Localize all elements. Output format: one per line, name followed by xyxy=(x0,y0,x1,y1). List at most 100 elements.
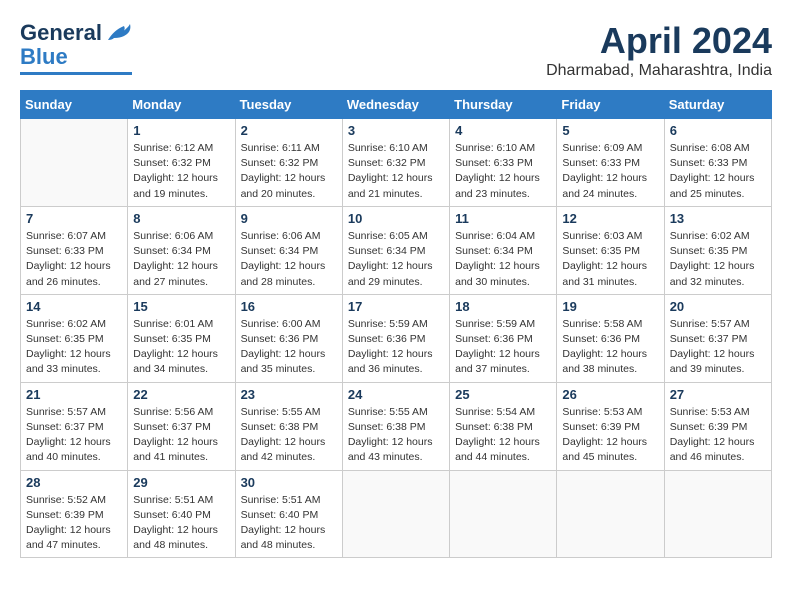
day-info: Sunrise: 6:02 AMSunset: 6:35 PMDaylight:… xyxy=(26,317,122,378)
day-number: 7 xyxy=(26,211,122,226)
page-header: General Blue April 2024 Dharmabad, Mahar… xyxy=(20,20,772,80)
day-info: Sunrise: 6:06 AMSunset: 6:34 PMDaylight:… xyxy=(241,229,337,290)
day-number: 5 xyxy=(562,123,658,138)
day-cell: 16 Sunrise: 6:00 AMSunset: 6:36 PMDayligh… xyxy=(235,294,342,382)
day-info: Sunrise: 6:09 AMSunset: 6:33 PMDaylight:… xyxy=(562,141,658,202)
week-row-2: 7Sunrise: 6:07 AMSunset: 6:33 PMDaylight… xyxy=(21,206,772,294)
day-number: 22 xyxy=(133,387,229,402)
day-number: 25 xyxy=(455,387,551,402)
calendar-header-row: SundayMondayTuesdayWednesdayThursdayFrid… xyxy=(21,91,772,119)
logo-text: General xyxy=(20,20,102,46)
day-number: 29 xyxy=(133,475,229,490)
day-info: Sunrise: 6:02 AMSunset: 6:35 PMDaylight:… xyxy=(670,229,766,290)
day-info: Sunrise: 5:59 AMSunset: 6:36 PMDaylight:… xyxy=(455,317,551,378)
day-info: Sunrise: 5:54 AMSunset: 6:38 PMDaylight:… xyxy=(455,405,551,466)
day-cell: 15Sunrise: 6:01 AMSunset: 6:35 PMDayligh… xyxy=(128,294,235,382)
day-cell: 4 Sunrise: 6:10 AMSunset: 6:33 PMDaylight… xyxy=(450,119,557,207)
day-cell: 19Sunrise: 5:58 AMSunset: 6:36 PMDayligh… xyxy=(557,294,664,382)
day-cell: 12 Sunrise: 6:03 AMSunset: 6:35 PMDayligh… xyxy=(557,206,664,294)
day-cell: 18 Sunrise: 5:59 AMSunset: 6:36 PMDayligh… xyxy=(450,294,557,382)
day-number: 23 xyxy=(241,387,337,402)
day-number: 21 xyxy=(26,387,122,402)
day-number: 1 xyxy=(133,123,229,138)
day-number: 16 xyxy=(241,299,337,314)
day-info: Sunrise: 6:12 AMSunset: 6:32 PMDaylight:… xyxy=(133,141,229,202)
week-row-3: 14 Sunrise: 6:02 AMSunset: 6:35 PMDayligh… xyxy=(21,294,772,382)
day-cell xyxy=(664,470,771,558)
day-info: Sunrise: 6:00 AMSunset: 6:36 PMDaylight:… xyxy=(241,317,337,378)
day-info: Sunrise: 5:57 AMSunset: 6:37 PMDaylight:… xyxy=(26,405,122,466)
header-sunday: Sunday xyxy=(21,91,128,119)
day-cell: 25 Sunrise: 5:54 AMSunset: 6:38 PMDayligh… xyxy=(450,382,557,470)
location: Dharmabad, Maharashtra, India xyxy=(546,62,772,80)
day-info: Sunrise: 5:51 AMSunset: 6:40 PMDaylight:… xyxy=(133,493,229,554)
week-row-5: 28 Sunrise: 5:52 AMSunset: 6:39 PMDayligh… xyxy=(21,470,772,558)
day-number: 6 xyxy=(670,123,766,138)
day-number: 20 xyxy=(670,299,766,314)
day-number: 2 xyxy=(241,123,337,138)
day-cell: 13 Sunrise: 6:02 AMSunset: 6:35 PMDayligh… xyxy=(664,206,771,294)
header-thursday: Thursday xyxy=(450,91,557,119)
day-info: Sunrise: 5:52 AMSunset: 6:39 PMDaylight:… xyxy=(26,493,122,554)
logo-bird-icon xyxy=(104,22,132,44)
day-cell: 30Sunrise: 5:51 AMSunset: 6:40 PMDayligh… xyxy=(235,470,342,558)
day-cell: 29 Sunrise: 5:51 AMSunset: 6:40 PMDayligh… xyxy=(128,470,235,558)
day-cell: 17Sunrise: 5:59 AMSunset: 6:36 PMDayligh… xyxy=(342,294,449,382)
day-cell: 1 Sunrise: 6:12 AMSunset: 6:32 PMDaylight… xyxy=(128,119,235,207)
day-cell: 2Sunrise: 6:11 AMSunset: 6:32 PMDaylight… xyxy=(235,119,342,207)
header-tuesday: Tuesday xyxy=(235,91,342,119)
day-info: Sunrise: 6:10 AMSunset: 6:32 PMDaylight:… xyxy=(348,141,444,202)
day-number: 13 xyxy=(670,211,766,226)
day-cell: 9 Sunrise: 6:06 AMSunset: 6:34 PMDaylight… xyxy=(235,206,342,294)
day-cell: 3Sunrise: 6:10 AMSunset: 6:32 PMDaylight… xyxy=(342,119,449,207)
day-number: 27 xyxy=(670,387,766,402)
day-cell xyxy=(557,470,664,558)
day-cell: 23 Sunrise: 5:55 AMSunset: 6:38 PMDayligh… xyxy=(235,382,342,470)
day-number: 4 xyxy=(455,123,551,138)
day-cell: 26 Sunrise: 5:53 AMSunset: 6:39 PMDayligh… xyxy=(557,382,664,470)
day-info: Sunrise: 6:03 AMSunset: 6:35 PMDaylight:… xyxy=(562,229,658,290)
day-info: Sunrise: 5:57 AMSunset: 6:37 PMDaylight:… xyxy=(670,317,766,378)
logo-blue-text: Blue xyxy=(20,44,68,70)
day-cell xyxy=(21,119,128,207)
day-cell xyxy=(342,470,449,558)
week-row-1: 1 Sunrise: 6:12 AMSunset: 6:32 PMDaylight… xyxy=(21,119,772,207)
day-info: Sunrise: 6:10 AMSunset: 6:33 PMDaylight:… xyxy=(455,141,551,202)
day-number: 26 xyxy=(562,387,658,402)
day-info: Sunrise: 6:08 AMSunset: 6:33 PMDaylight:… xyxy=(670,141,766,202)
day-info: Sunrise: 5:56 AMSunset: 6:37 PMDaylight:… xyxy=(133,405,229,466)
day-info: Sunrise: 6:05 AMSunset: 6:34 PMDaylight:… xyxy=(348,229,444,290)
day-info: Sunrise: 5:53 AMSunset: 6:39 PMDaylight:… xyxy=(562,405,658,466)
header-saturday: Saturday xyxy=(664,91,771,119)
day-cell: 21 Sunrise: 5:57 AMSunset: 6:37 PMDayligh… xyxy=(21,382,128,470)
day-number: 24 xyxy=(348,387,444,402)
day-cell: 11Sunrise: 6:04 AMSunset: 6:34 PMDayligh… xyxy=(450,206,557,294)
day-cell: 22 Sunrise: 5:56 AMSunset: 6:37 PMDayligh… xyxy=(128,382,235,470)
day-number: 18 xyxy=(455,299,551,314)
day-cell: 8Sunrise: 6:06 AMSunset: 6:34 PMDaylight… xyxy=(128,206,235,294)
month-title: April 2024 xyxy=(546,20,772,62)
day-cell: 27Sunrise: 5:53 AMSunset: 6:39 PMDayligh… xyxy=(664,382,771,470)
day-number: 12 xyxy=(562,211,658,226)
day-number: 19 xyxy=(562,299,658,314)
day-cell: 24Sunrise: 5:55 AMSunset: 6:38 PMDayligh… xyxy=(342,382,449,470)
day-number: 17 xyxy=(348,299,444,314)
day-number: 28 xyxy=(26,475,122,490)
day-cell: 10Sunrise: 6:05 AMSunset: 6:34 PMDayligh… xyxy=(342,206,449,294)
day-number: 9 xyxy=(241,211,337,226)
header-friday: Friday xyxy=(557,91,664,119)
logo: General Blue xyxy=(20,20,132,75)
day-number: 11 xyxy=(455,211,551,226)
day-cell: 28 Sunrise: 5:52 AMSunset: 6:39 PMDayligh… xyxy=(21,470,128,558)
day-cell: 6 Sunrise: 6:08 AMSunset: 6:33 PMDaylight… xyxy=(664,119,771,207)
day-number: 30 xyxy=(241,475,337,490)
header-monday: Monday xyxy=(128,91,235,119)
day-number: 8 xyxy=(133,211,229,226)
week-row-4: 21 Sunrise: 5:57 AMSunset: 6:37 PMDayligh… xyxy=(21,382,772,470)
day-info: Sunrise: 5:55 AMSunset: 6:38 PMDaylight:… xyxy=(241,405,337,466)
day-cell: 14 Sunrise: 6:02 AMSunset: 6:35 PMDayligh… xyxy=(21,294,128,382)
day-cell: 20 Sunrise: 5:57 AMSunset: 6:37 PMDayligh… xyxy=(664,294,771,382)
day-cell xyxy=(450,470,557,558)
day-number: 14 xyxy=(26,299,122,314)
calendar-table: SundayMondayTuesdayWednesdayThursdayFrid… xyxy=(20,90,772,558)
